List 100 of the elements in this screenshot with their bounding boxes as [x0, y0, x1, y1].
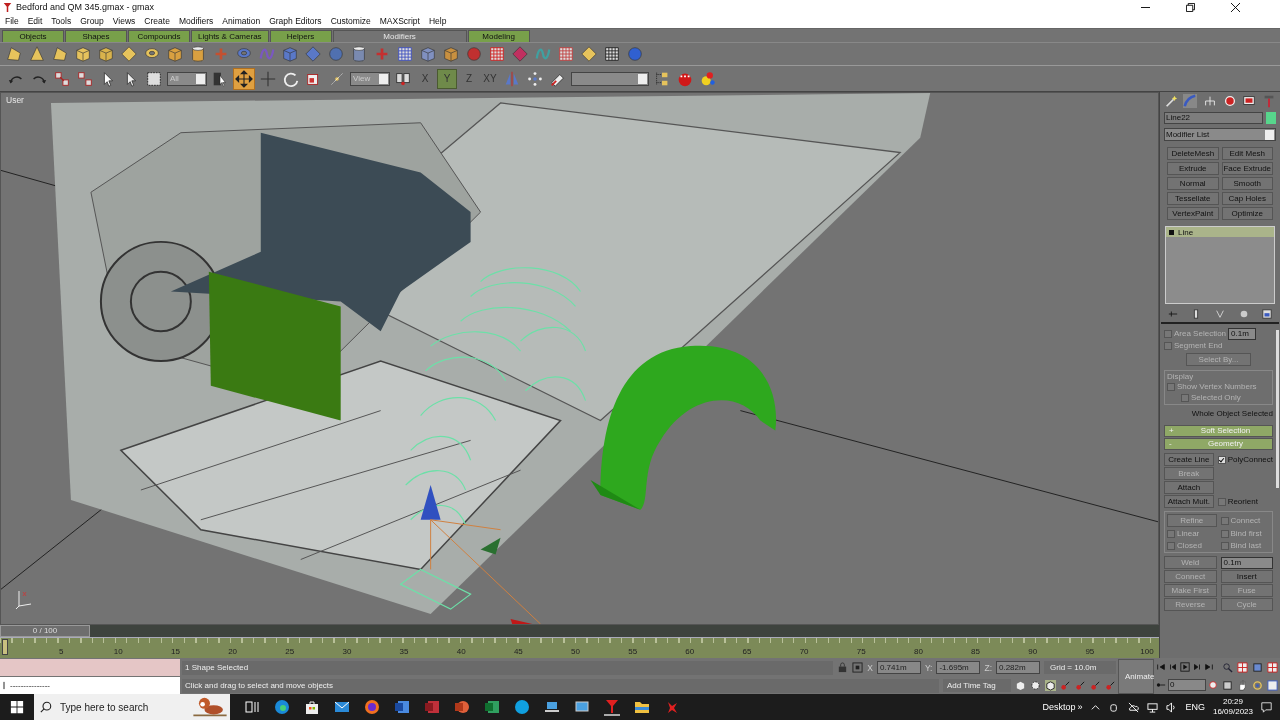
grid-icon[interactable] [487, 44, 507, 64]
database-app-icon[interactable] [424, 699, 440, 715]
tab[interactable]: Objects [2, 30, 64, 42]
stack-item[interactable]: Line [1166, 227, 1274, 237]
modifier-button[interactable]: Face Extrude [1221, 162, 1273, 175]
menu-item[interactable]: Views [112, 16, 136, 26]
listener-output[interactable]: --------------- [0, 677, 180, 694]
create-line-button[interactable]: Create Line [1164, 453, 1214, 466]
go-to-start-icon[interactable] [1156, 662, 1166, 673]
checkbox[interactable] [1167, 541, 1175, 550]
motion-icon[interactable] [1222, 94, 1237, 108]
wedge-icon[interactable] [4, 44, 24, 64]
folder-icon[interactable] [634, 699, 650, 715]
modifier-button[interactable]: VertexPaint [1167, 207, 1219, 220]
modifier-button[interactable]: Tessellate [1167, 192, 1219, 205]
named-selection-field[interactable] [571, 71, 649, 86]
checkbox[interactable] [1167, 382, 1175, 391]
attach-mult-button[interactable]: Attach Mult. [1164, 495, 1214, 508]
menu-item[interactable]: Customize [330, 16, 371, 26]
chat-app-icon[interactable] [514, 699, 530, 715]
menu-item[interactable]: Edit [27, 16, 43, 26]
cube-icon[interactable] [73, 44, 93, 64]
input-language[interactable]: ENG [1185, 702, 1205, 712]
presentation-app-icon[interactable] [454, 699, 470, 715]
scrollbar[interactable] [1276, 330, 1279, 488]
checkbox[interactable] [1220, 541, 1229, 550]
viewport[interactable]: User [0, 92, 1159, 625]
menu-item[interactable]: Animation [222, 16, 261, 26]
axis-constraint-button[interactable]: Y [437, 68, 457, 89]
checkbox[interactable] [1164, 341, 1172, 350]
key-icon[interactable] [1090, 680, 1101, 691]
toolbar-chevron[interactable]: » [1077, 702, 1083, 712]
cloud-off-icon[interactable] [1128, 701, 1140, 713]
desktop-toolbar-label[interactable]: Desktop [1042, 702, 1076, 712]
notifications-icon[interactable] [1261, 701, 1272, 713]
checkbox[interactable] [1217, 497, 1226, 506]
next-frame-icon[interactable] [1192, 662, 1202, 673]
axis-constraint-button[interactable]: XY [481, 69, 499, 88]
modifier-list-dropdown[interactable]: Modifier List [1164, 128, 1276, 141]
object-name-field[interactable]: Line22 [1164, 112, 1263, 124]
display-monitor-icon[interactable] [1242, 94, 1257, 108]
fox-browser-icon[interactable] [364, 699, 380, 715]
create-wand-icon[interactable] [1163, 94, 1178, 108]
tab[interactable]: Compounds [128, 30, 190, 42]
windows-start-icon[interactable] [10, 700, 24, 714]
grid-icon[interactable] [556, 44, 576, 64]
menu-item[interactable]: Group [80, 16, 104, 26]
axis-constraint-button[interactable]: Z [460, 69, 478, 88]
menu-item[interactable]: File [5, 16, 19, 26]
cube-icon[interactable] [1045, 680, 1056, 691]
task-view-icon[interactable] [244, 699, 260, 715]
y-coordinate-field[interactable]: -1.695m [936, 661, 981, 674]
attach-button[interactable]: Attach [1164, 481, 1214, 494]
laptop-icon[interactable] [544, 699, 560, 715]
wedge-icon[interactable] [50, 44, 70, 64]
play-icon[interactable] [1180, 662, 1190, 673]
modifier-button[interactable]: Edit Mesh [1221, 147, 1273, 160]
tab[interactable]: Modeling [467, 30, 530, 42]
geometry-button[interactable]: Insert [1220, 570, 1273, 583]
cube-icon[interactable] [1015, 680, 1026, 691]
x-coordinate-field[interactable]: 0.741m [876, 661, 921, 674]
modifier-button[interactable]: Extrude [1167, 162, 1219, 175]
axis-constraint-button[interactable]: X [416, 69, 434, 88]
menu-item[interactable]: Create [144, 16, 170, 26]
lock-icon[interactable] [837, 662, 849, 673]
tab[interactable]: Helpers [269, 30, 332, 42]
close-icon[interactable] [1231, 2, 1240, 12]
speaker-icon[interactable] [1166, 701, 1178, 713]
browser-icon[interactable] [274, 699, 290, 715]
checkbox[interactable] [1167, 529, 1175, 538]
menu-item[interactable]: Modifiers [178, 16, 214, 26]
spreadsheet-app-icon[interactable] [484, 699, 500, 715]
threshold-spinner[interactable]: 0.1m [1228, 328, 1256, 340]
rollout-header[interactable]: - Geometry [1164, 438, 1273, 450]
checkbox[interactable] [1164, 329, 1172, 338]
checker-icon[interactable] [602, 44, 622, 64]
checkbox[interactable] [1181, 393, 1189, 402]
zoom-icon[interactable] [1222, 662, 1233, 674]
gmax-app-icon[interactable] [604, 698, 620, 716]
modifier-button[interactable]: Cap Holes [1221, 192, 1273, 205]
orbit-icon[interactable] [1252, 679, 1263, 691]
go-to-end-icon[interactable] [1204, 662, 1214, 673]
modifier-button[interactable]: Normal [1167, 177, 1219, 190]
modifier-button[interactable]: DeleteMesh [1167, 147, 1219, 160]
object-color-swatch[interactable] [1266, 112, 1276, 124]
current-frame-field[interactable]: 0 [1168, 678, 1206, 691]
menu-item[interactable]: Help [428, 16, 447, 26]
tab[interactable]: Lights & Cameras [191, 30, 269, 42]
key-icon[interactable] [1060, 680, 1071, 691]
add-time-tag-button[interactable]: Add Time Tag [943, 679, 1011, 692]
checkbox[interactable] [1217, 455, 1226, 464]
restore-icon[interactable] [1186, 2, 1195, 12]
maximize-viewport-icon[interactable] [1267, 679, 1278, 691]
previous-frame-icon[interactable] [1168, 662, 1178, 673]
select-by-button[interactable]: Select By... [1186, 353, 1251, 366]
rollout-header[interactable]: + Soft Selection [1164, 425, 1273, 437]
tab[interactable]: Shapes [65, 30, 127, 42]
modifier-button[interactable]: Smooth [1221, 177, 1273, 190]
menu-item[interactable]: MAXScript [379, 16, 420, 26]
time-slider-track[interactable]: 0 / 100 [0, 625, 1159, 637]
